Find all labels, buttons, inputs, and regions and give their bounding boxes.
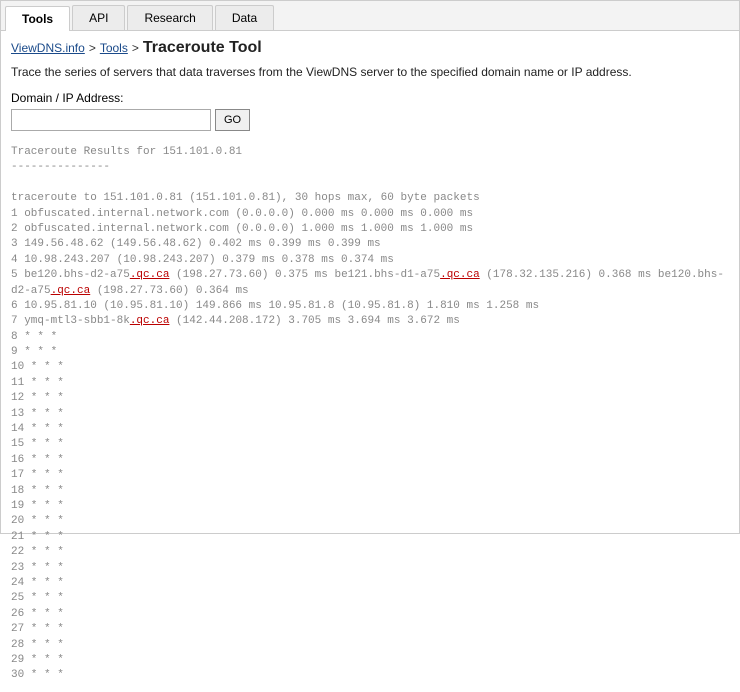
input-row: GO: [11, 109, 729, 131]
go-button[interactable]: GO: [215, 109, 250, 131]
domain-input[interactable]: [11, 109, 211, 131]
traceroute-results: Traceroute Results for 151.101.0.81 ----…: [11, 145, 729, 684]
tab-bar: Tools API Research Data: [1, 1, 739, 31]
input-label: Domain / IP Address:: [11, 91, 729, 105]
breadcrumb-section[interactable]: Tools: [100, 41, 128, 55]
page-title: Traceroute Tool: [143, 39, 262, 56]
tab-api[interactable]: API: [72, 5, 125, 30]
main-content: ViewDNS.info>Tools>Traceroute Tool Trace…: [1, 31, 739, 692]
tab-data[interactable]: Data: [215, 5, 274, 30]
breadcrumb-root[interactable]: ViewDNS.info: [11, 41, 85, 55]
tab-tools[interactable]: Tools: [5, 6, 70, 31]
description-text: Trace the series of servers that data tr…: [11, 65, 729, 79]
breadcrumb: ViewDNS.info>Tools>Traceroute Tool: [11, 39, 729, 57]
tab-research[interactable]: Research: [127, 5, 212, 30]
